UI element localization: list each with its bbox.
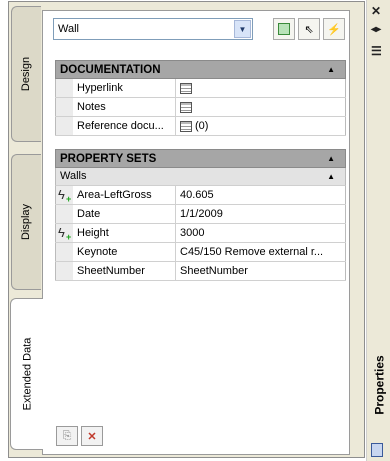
tab-extended-data-label: Extended Data — [21, 337, 33, 411]
row-gutter — [55, 79, 73, 97]
property-sets-title: PROPERTY SETS — [60, 153, 157, 165]
autohide-icon[interactable]: ◂▸ — [371, 24, 381, 35]
properties-content: Wall ▼ ⇖ ⚡ DOCUMENTATION ▲ Hyperlink Not… — [42, 10, 350, 455]
tab-design-label: Design — [20, 56, 33, 92]
select-cursor-icon: ⇖ — [304, 23, 314, 36]
collapse-up-icon[interactable]: ▲ — [327, 172, 335, 181]
property-value[interactable]: 40.605 — [176, 186, 346, 204]
tab-display-label: Display — [20, 203, 33, 241]
object-type-value: Wall — [58, 23, 79, 35]
walls-group-header[interactable]: Walls ▲ — [55, 168, 346, 186]
property-sets-section: PROPERTY SETS ▲ Walls ▲ ϟ Area-LeftGross… — [55, 149, 346, 281]
tab-display[interactable]: Display — [11, 154, 41, 290]
property-value[interactable]: SheetNumber — [176, 262, 346, 280]
tab-design[interactable]: Design — [11, 6, 41, 142]
property-name: Area-LeftGross — [73, 186, 176, 204]
property-sets-header[interactable]: PROPERTY SETS ▲ — [55, 149, 346, 168]
select-objects-button[interactable]: ⇖ — [298, 18, 320, 40]
property-row[interactable]: SheetNumber SheetNumber — [55, 262, 346, 281]
palette-title-text: Properties — [373, 355, 388, 415]
collapse-up-icon[interactable]: ▲ — [327, 154, 335, 163]
pickadd-icon — [278, 23, 290, 35]
properties-palette-icon — [371, 443, 383, 457]
documentation-section: DOCUMENTATION ▲ Hyperlink Notes Referenc… — [55, 60, 346, 136]
row-gutter — [55, 117, 73, 135]
property-value[interactable] — [176, 98, 346, 116]
property-row[interactable]: Keynote C45/150 Remove external r... — [55, 243, 346, 262]
property-value[interactable]: 1/1/2009 — [176, 205, 346, 223]
row-gutter: ϟ — [55, 186, 73, 207]
property-name: Reference docu... — [73, 117, 176, 135]
property-row[interactable]: Hyperlink — [55, 79, 346, 98]
tab-strip: Design Display Extended Data — [9, 2, 43, 457]
menu-icon[interactable]: ☰ — [371, 44, 382, 58]
row-gutter — [55, 243, 73, 261]
row-gutter: ϟ — [55, 224, 73, 245]
property-name: Notes — [73, 98, 176, 116]
property-row[interactable]: ϟ Area-LeftGross 40.605 — [55, 186, 346, 207]
property-name: Hyperlink — [73, 79, 176, 97]
tab-extended-data[interactable]: Extended Data — [10, 298, 43, 450]
add-property-sets-button[interactable]: ⎘ — [56, 426, 78, 446]
property-name: SheetNumber — [73, 262, 176, 280]
palette-title: Properties — [371, 330, 389, 440]
object-type-select[interactable]: Wall ▼ — [53, 18, 253, 40]
property-value[interactable]: (0) — [176, 117, 346, 135]
remove-property-sets-button[interactable]: ✕ — [81, 426, 103, 446]
walls-group-title: Walls — [60, 170, 87, 182]
collapse-up-icon[interactable]: ▲ — [327, 65, 335, 74]
property-row[interactable]: Notes — [55, 98, 346, 117]
property-name: Height — [73, 224, 176, 242]
row-gutter — [55, 205, 73, 223]
property-value-text: (0) — [195, 120, 209, 132]
property-row[interactable]: ϟ Height 3000 — [55, 224, 346, 245]
row-gutter — [55, 262, 73, 280]
chevron-down-icon[interactable]: ▼ — [234, 20, 251, 38]
quick-select-button[interactable]: ⚡ — [323, 18, 345, 40]
documentation-title: DOCUMENTATION — [60, 64, 161, 76]
property-name: Date — [73, 205, 176, 223]
remove-property-set-icon: ✕ — [87, 430, 97, 443]
documentation-header[interactable]: DOCUMENTATION ▲ — [55, 60, 346, 79]
document-icon[interactable] — [180, 120, 192, 132]
document-icon[interactable] — [180, 101, 192, 113]
property-name: Keynote — [73, 243, 176, 261]
property-row[interactable]: Date 1/1/2009 — [55, 205, 346, 224]
property-value[interactable]: 3000 — [176, 224, 346, 242]
formula-icon: ϟ — [58, 226, 71, 245]
add-property-set-icon: ⎘ — [62, 429, 72, 442]
formula-icon: ϟ — [58, 188, 71, 207]
property-value[interactable]: C45/150 Remove external r... — [176, 243, 346, 261]
row-gutter — [55, 98, 73, 116]
toggle-pickadd-button[interactable] — [273, 18, 295, 40]
property-row[interactable]: Reference docu... (0) — [55, 117, 346, 136]
toolbar: Wall ▼ ⇖ ⚡ — [48, 18, 346, 42]
properties-palette: Design Display Extended Data Wall ▼ ⇖ ⚡ — [8, 1, 365, 458]
palette-titlebar: ✕ ◂▸ ☰ Properties — [366, 0, 390, 461]
quick-select-icon: ⚡ — [327, 23, 341, 36]
document-icon[interactable] — [180, 82, 192, 94]
close-icon[interactable]: ✕ — [371, 4, 381, 18]
property-value[interactable] — [176, 79, 346, 97]
